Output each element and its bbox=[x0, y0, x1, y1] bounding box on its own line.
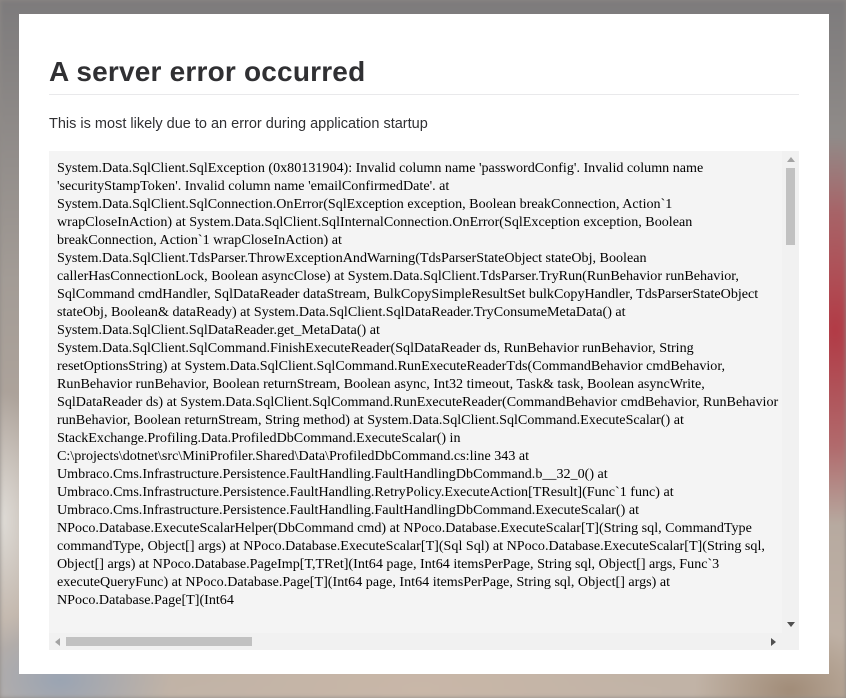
page-subtitle: This is most likely due to an error duri… bbox=[49, 116, 428, 132]
scroll-left-arrow-icon[interactable] bbox=[49, 633, 66, 650]
page-title: A server error occurred bbox=[49, 56, 366, 87]
scroll-up-arrow-icon[interactable] bbox=[782, 151, 799, 168]
horizontal-scrollbar[interactable] bbox=[49, 633, 799, 650]
scroll-down-arrow-icon[interactable] bbox=[782, 616, 799, 633]
scrollbar-corner bbox=[782, 633, 799, 650]
error-card: A server error occurred This is most lik… bbox=[19, 14, 829, 674]
error-details-box[interactable]: System.Data.SqlClient.SqlException (0x80… bbox=[49, 151, 799, 650]
stack-trace-text[interactable]: System.Data.SqlClient.SqlException (0x80… bbox=[57, 159, 779, 633]
vertical-scroll-thumb[interactable] bbox=[786, 168, 795, 245]
horizontal-scroll-thumb[interactable] bbox=[66, 637, 252, 646]
vertical-scrollbar[interactable] bbox=[782, 151, 799, 633]
scroll-right-arrow-icon[interactable] bbox=[765, 633, 782, 650]
